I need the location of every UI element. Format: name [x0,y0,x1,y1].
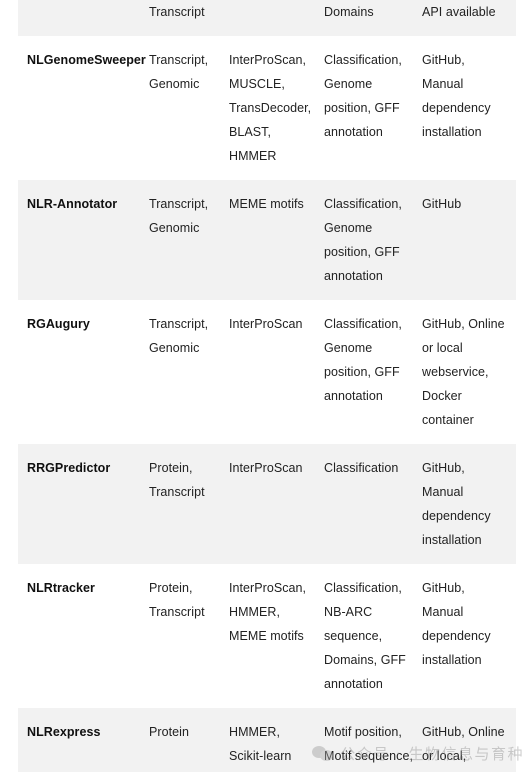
cell-input: Protein [149,725,189,739]
cell-input: Transcript, Genomic [149,53,209,91]
cell-availability: GitHub, Manual dependency installation [422,461,491,547]
table-row: NLR-Annotator Transcript, Genomic MEME m… [18,180,516,300]
cell-tool-name: NLRtracker [27,581,95,595]
cell-availability: GitHub, Online or local webservice, Dock… [422,317,505,427]
cell-tool-name: NLR-Annotator [27,197,118,211]
table-row: RGAugury Transcript, Genomic InterProSca… [18,300,516,444]
table-body: DRAGO2 Protein, Transcript Custom HMMs C… [18,0,516,772]
table-row: NLRexpress Protein HMMER, Scikit-learn M… [18,708,516,772]
cell-input: Transcript, Genomic [149,317,209,355]
table-row: NLGenomeSweeper Transcript, Genomic Inte… [18,36,516,180]
cell-output: Classification, Genome position, GFF ann… [324,197,402,283]
cell-tool-name: NLGenomeSweeper [27,53,146,67]
cell-output: Classification [324,461,399,475]
cell-dependencies: InterProScan, HMMER, MEME motifs [229,581,307,643]
cell-availability: GitHub, Online or local, [422,725,505,763]
cell-tool-name: NLRexpress [27,725,101,739]
cell-availability: Online only, API available [422,5,496,19]
nlr-tools-comparison-table: DRAGO2 Protein, Transcript Custom HMMs C… [18,0,516,772]
cell-input: Protein, Transcript [149,5,205,19]
cell-input: Protein, Transcript [149,461,205,499]
cell-availability: GitHub, Manual dependency installation [422,581,491,667]
cell-tool-name: RGAugury [27,317,90,331]
table-row: DRAGO2 Protein, Transcript Custom HMMs C… [18,0,516,36]
cell-dependencies: InterProScan, MUSCLE, TransDecoder, BLAS… [229,53,312,163]
cell-availability: GitHub [422,197,462,211]
cell-tool-name: RRGPredictor [27,461,111,475]
cell-dependencies: Custom HMMs [229,0,324,36]
table-viewport: DRAGO2 Protein, Transcript Custom HMMs C… [0,0,532,772]
cell-input: Transcript, Genomic [149,197,209,235]
cell-dependencies: MEME motifs [229,197,304,211]
table-row: RRGPredictor Protein, Transcript InterPr… [18,444,516,564]
cell-output: Classification, NB-ARC sequence, Domains… [324,581,406,691]
cell-tool-name: DRAGO2 [18,0,149,36]
cell-input: Protein, Transcript [149,581,205,619]
cell-output: Classification, Domains [324,5,374,19]
cell-output: Classification, Genome position, GFF ann… [324,53,402,139]
cell-dependencies: InterProScan [229,461,303,475]
cell-dependencies: HMMER, Scikit-learn [229,725,292,763]
cell-dependencies: InterProScan [229,317,303,331]
table-row: NLRtracker Protein, Transcript InterProS… [18,564,516,708]
cell-output: Classification, Genome position, GFF ann… [324,317,402,403]
cell-availability: GitHub, Manual dependency installation [422,53,491,139]
cell-output: Motif position, Motif sequence, [324,725,413,763]
